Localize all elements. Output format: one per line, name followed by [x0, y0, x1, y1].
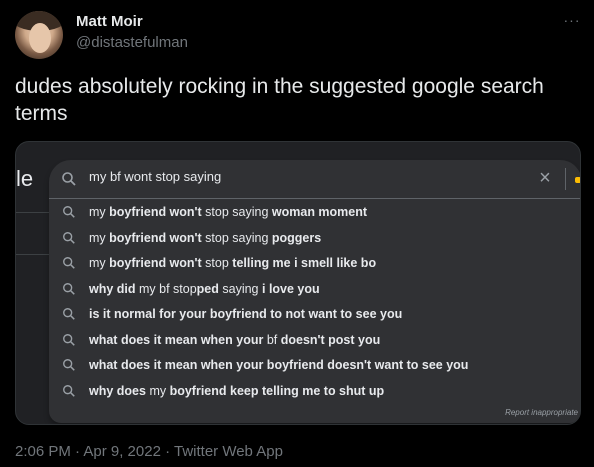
suggestion-item[interactable]: what does it mean when your boyfriend do… [49, 353, 580, 378]
tweet-media-image[interactable]: le × my boyfriend won't stop saying woma… [15, 141, 581, 425]
suggestion-text-part: boyfriend won't [109, 256, 202, 270]
suggestion-item[interactable]: my boyfriend won't stop telling me i sme… [49, 251, 580, 276]
avatar-face [29, 23, 51, 53]
search-icon [62, 172, 76, 186]
suggestion-item[interactable]: my boyfriend won't stop saying woman mom… [49, 200, 580, 225]
suggestion-text-part: boyfriend won't [109, 230, 202, 245]
search-input[interactable] [89, 169, 489, 184]
suggestion-text-part: woman moment [271, 205, 368, 219]
suggestion-text-part: my [89, 256, 110, 270]
suggestion-item[interactable]: why does my boyfriend keep telling me to… [49, 379, 580, 404]
suggestion-text: my boyfriend won't stop saying poggers [89, 231, 321, 245]
search-bar: × [49, 160, 580, 199]
suggestion-text-part: why does [89, 383, 146, 398]
close-icon[interactable]: × [535, 168, 555, 189]
author-handle[interactable]: @distastefulman [76, 34, 188, 51]
suggestion-item[interactable]: what does it mean when your bf doesn't p… [49, 328, 580, 353]
suggestion-text: is it normal for your boyfriend to not w… [89, 307, 402, 321]
suggestion-text-part: telling me i smell like bo [232, 256, 377, 270]
divider [565, 168, 566, 190]
suggestion-text-part: ped [196, 281, 219, 296]
search-icon [63, 231, 75, 244]
suggestion-text: my boyfriend won't stop saying woman mom… [89, 205, 367, 219]
search-icon [63, 384, 75, 397]
search-icon [63, 308, 75, 320]
suggestion-text-part: stop [201, 256, 233, 270]
suggestion-item[interactable]: my boyfriend won't stop saying poggers [49, 226, 580, 251]
suggestion-text-part: my [89, 230, 110, 245]
suggestion-text-part: boyfriend won't [109, 205, 202, 219]
suggestion-text-part: stop saying [201, 205, 272, 219]
more-horizontal-icon[interactable]: ··· [562, 12, 582, 32]
suggestion-item[interactable]: why did my bf stopped saying i love you [49, 277, 580, 302]
author-name[interactable]: Matt Moir [76, 13, 143, 30]
report-inappropriate-link[interactable]: Report inappropriate [505, 408, 578, 417]
search-icon [63, 359, 75, 371]
suggestion-text-part: is it normal for your boyfriend to not w… [89, 307, 403, 321]
suggestion-text: my boyfriend won't stop telling me i sme… [89, 256, 376, 270]
suggestion-item[interactable]: is it normal for your boyfriend to not w… [49, 302, 580, 327]
suggestion-text-part: bf [263, 332, 281, 347]
search-icon [63, 257, 75, 269]
tweet-text: dudes absolutely rocking in the suggeste… [15, 75, 544, 125]
suggestion-text-part: my [145, 383, 170, 398]
suggestion-text-part: what does it mean when your boyfriend do… [89, 358, 469, 372]
suggestion-text-part: what does it mean when your [89, 332, 264, 347]
suggestion-text-part: saying [218, 281, 262, 296]
suggestion-text-part: stop saying [201, 230, 272, 245]
mic-icon[interactable] [575, 177, 580, 183]
suggestion-text-part: doesn't post you [280, 332, 381, 347]
avatar[interactable] [15, 11, 63, 59]
suggestion-text: what does it mean when your boyfriend do… [89, 358, 468, 372]
search-icon [63, 206, 75, 218]
search-icon [63, 333, 75, 346]
suggestion-text-part: my bf stop [135, 281, 197, 296]
suggestion-text-part: my [89, 205, 110, 219]
tweet-timestamp[interactable]: 2:06 PM · Apr 9, 2022 · Twitter Web App [15, 443, 283, 460]
suggestion-text: why does my boyfriend keep telling me to… [89, 384, 384, 398]
search-suggestions-dropdown: × my boyfriend won't stop saying woman m… [49, 160, 580, 423]
suggestion-text-part: boyfriend keep telling me to shut up [169, 383, 385, 398]
suggestion-text: why did my bf stopped saying i love you [89, 282, 320, 296]
google-logo-partial: le [16, 166, 34, 191]
suggestion-text-part: why did [89, 281, 136, 296]
suggestion-text: what does it mean when your bf doesn't p… [89, 333, 380, 347]
suggestion-text-part: poggers [271, 230, 322, 245]
search-icon [63, 282, 75, 295]
suggestion-text-part: i love you [262, 281, 320, 296]
